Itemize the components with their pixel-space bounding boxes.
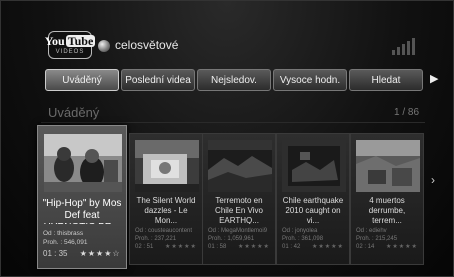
- video-card-featured[interactable]: "Hip-Hop" by Mos Def feat HYPNOTIC BR...…: [37, 125, 127, 269]
- video-author: Od : jonyolea: [282, 228, 318, 234]
- logo-you-text: You: [44, 34, 65, 48]
- video-card[interactable]: The Silent World dazzles - Le Mon... Od …: [129, 133, 203, 265]
- video-author: Od : ediehv: [356, 228, 387, 234]
- globe-icon: [98, 40, 110, 52]
- video-duration: 01 : 35: [43, 250, 68, 258]
- youtube-app-screen: You Tube VIDEOS celosvětové Uváděný Posl…: [0, 0, 454, 277]
- video-views: Proh. : 1,059,961: [208, 236, 255, 242]
- video-card[interactable]: Chile earthquake 2010 caught on vi... Od…: [276, 133, 350, 265]
- tab-most-viewed[interactable]: Nejsledov.: [197, 69, 271, 91]
- thumbnail-image: [208, 140, 272, 192]
- section-title: Uváděný: [48, 105, 100, 120]
- tab-recent[interactable]: Poslední videa: [121, 69, 195, 91]
- video-author: Od : cousteaucontent: [135, 228, 193, 234]
- video-card[interactable]: 4 muertos derrumbe, terrem... Od : edieh…: [350, 133, 424, 265]
- video-author: Od : MegaMontlemoi9: [208, 228, 268, 234]
- video-title: The Silent World dazzles - Le Mon...: [136, 196, 196, 224]
- video-author: Od : thisbrass: [43, 230, 84, 237]
- video-thumbnail: [356, 140, 420, 192]
- video-thumbnail: [208, 140, 272, 192]
- thumbnail-image: [135, 140, 199, 192]
- rating-stars-icon: ★★★★★: [238, 244, 270, 250]
- video-duration: 01 : 58: [208, 244, 227, 250]
- video-card[interactable]: Terremoto en Chile En Vivo EARTHQ... Od …: [202, 133, 276, 265]
- logo-subtitle: VIDEOS: [55, 49, 85, 55]
- thumbnail-image: [356, 140, 420, 192]
- video-duration: 01 : 42: [282, 244, 301, 250]
- rating-stars-icon: ★★★★★: [386, 244, 418, 250]
- page-count: 1 / 86: [394, 107, 420, 118]
- video-duration: 02 : 14: [356, 244, 375, 250]
- rating-stars-icon: ★★★★★: [312, 244, 344, 250]
- video-views: Proh. : 361,098: [282, 236, 324, 242]
- video-title: Chile earthquake 2010 caught on vi...: [282, 196, 344, 224]
- video-views: Proh. : 215,245: [356, 236, 398, 242]
- thumbnail-image: [44, 134, 122, 192]
- video-duration: 02 : 51: [135, 244, 154, 250]
- youtube-logo: You Tube VIDEOS: [44, 31, 96, 59]
- video-title: 4 muertos derrumbe, terrem...: [368, 196, 406, 224]
- nav-next-arrow-icon[interactable]: ▶: [430, 72, 438, 85]
- region-label[interactable]: celosvětové: [115, 38, 178, 52]
- tab-featured[interactable]: Uváděný: [45, 69, 119, 91]
- video-title: "Hip-Hop" by Mos Def feat HYPNOTIC BR...: [42, 198, 122, 224]
- video-views: Proh. : 546,091: [43, 239, 88, 246]
- thumbnail-image: [282, 140, 346, 192]
- video-thumbnail: [282, 140, 346, 192]
- signal-strength-icon: [392, 37, 418, 55]
- video-views: Proh. : 237,221: [135, 236, 177, 242]
- video-thumbnail: [135, 140, 199, 192]
- rating-stars-icon: ★★★★★: [165, 244, 197, 250]
- chevron-right-icon[interactable]: ›: [431, 173, 435, 187]
- tab-search[interactable]: Hledat: [349, 69, 423, 91]
- logo-tube-text: Tube: [65, 34, 96, 48]
- rating-stars-icon: ★★★★☆: [79, 250, 121, 258]
- video-title: Terremoto en Chile En Vivo EARTHQ...: [215, 196, 263, 224]
- divider: [41, 122, 425, 123]
- video-thumbnail: [44, 134, 122, 192]
- tab-top-rated[interactable]: Vysoce hodn.: [273, 69, 347, 91]
